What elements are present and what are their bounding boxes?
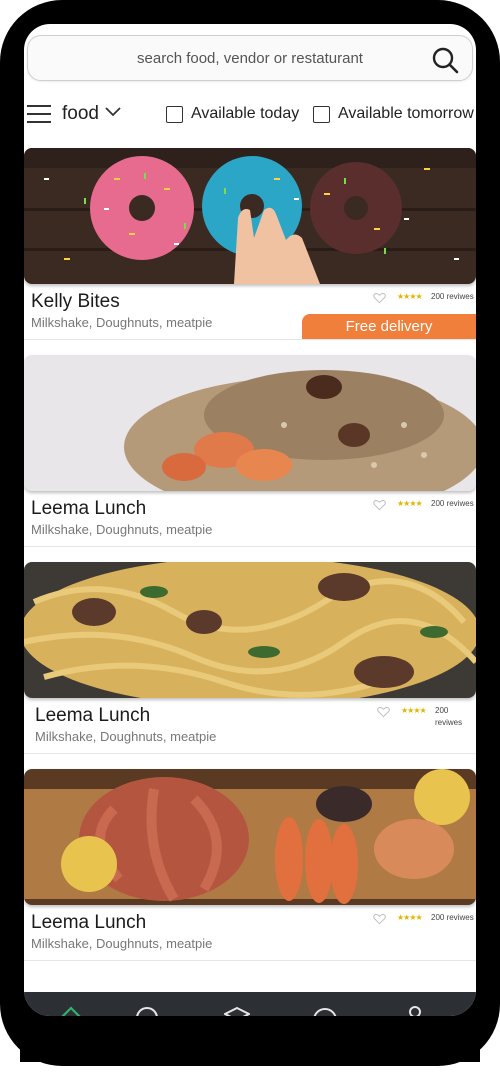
- vendor-card[interactable]: Kelly Bites Milkshake, Doughnuts, meatpi…: [24, 148, 476, 340]
- home-icon[interactable]: [58, 1004, 84, 1016]
- app-screen: search food, vendor or restaturant food …: [24, 24, 476, 1016]
- chevron-down-icon[interactable]: [105, 107, 121, 117]
- review-count: 200 reviwes: [431, 292, 474, 301]
- vendor-tags: Milkshake, Doughnuts, meatpie: [35, 729, 217, 744]
- box-icon[interactable]: [224, 1004, 250, 1016]
- rating-stars: ★★★★: [397, 913, 423, 922]
- checkbox-available-tomorrow[interactable]: [313, 105, 330, 123]
- vendor-card[interactable]: Leema Lunch Milkshake, Doughnuts, meatpi…: [24, 355, 476, 547]
- rating-stars: ★★★★: [397, 292, 423, 301]
- heart-icon[interactable]: [373, 292, 386, 304]
- review-count: 200 reviwes: [431, 913, 474, 922]
- profile-icon[interactable]: [402, 1004, 428, 1016]
- vendor-tags: Milkshake, Doughnuts, meatpie: [31, 522, 213, 537]
- rating-stars: ★★★★: [401, 706, 427, 715]
- vendor-name: Leema Lunch: [31, 912, 147, 933]
- bottom-nav: [24, 992, 476, 1016]
- vendor-tags: Milkshake, Doughnuts, meatpie: [31, 315, 213, 330]
- label-available-tomorrow: Available tomorrow: [338, 105, 474, 122]
- search-icon[interactable]: [431, 46, 459, 74]
- vendor-name: Leema Lunch: [31, 498, 147, 519]
- heart-icon[interactable]: [377, 706, 390, 718]
- search-bar[interactable]: search food, vendor or restaturant: [27, 35, 473, 81]
- review-count: 200 reviwes: [435, 706, 463, 727]
- vendor-image-fried-rice: [24, 355, 476, 491]
- heart-icon[interactable]: [373, 499, 386, 511]
- menu-icon[interactable]: [27, 105, 51, 123]
- phone-chin: [20, 1018, 480, 1062]
- free-delivery-badge: Free delivery: [302, 314, 476, 339]
- filter-available-today[interactable]: Available today: [166, 102, 299, 126]
- vendor-card[interactable]: Leema Lunch Milkshake, Doughnuts, meatpi…: [24, 769, 476, 961]
- checkbox-available-today[interactable]: [166, 105, 183, 123]
- category-dropdown[interactable]: food: [62, 100, 99, 128]
- vendor-image-seafood: [24, 769, 476, 905]
- vendor-image-doughnuts: [24, 148, 476, 284]
- search-input[interactable]: search food, vendor or restaturant: [28, 36, 408, 82]
- vendor-name: Kelly Bites: [31, 291, 120, 312]
- search-icon[interactable]: [134, 1004, 160, 1016]
- review-count: 200 reviwes: [431, 499, 474, 508]
- filter-available-tomorrow[interactable]: Available tomorrow: [313, 102, 474, 126]
- vendor-card[interactable]: Leema Lunch Milkshake, Doughnuts, meatpi…: [24, 562, 476, 754]
- chat-icon[interactable]: [312, 1004, 338, 1016]
- label-available-today: Available today: [191, 105, 300, 122]
- vendor-name: Leema Lunch: [35, 705, 151, 726]
- filter-row: food Available today Available tomorrow: [24, 96, 476, 132]
- vendor-tags: Milkshake, Doughnuts, meatpie: [31, 936, 213, 951]
- vendor-image-pasta: [24, 562, 476, 698]
- rating-stars: ★★★★: [397, 499, 423, 508]
- heart-icon[interactable]: [373, 913, 386, 925]
